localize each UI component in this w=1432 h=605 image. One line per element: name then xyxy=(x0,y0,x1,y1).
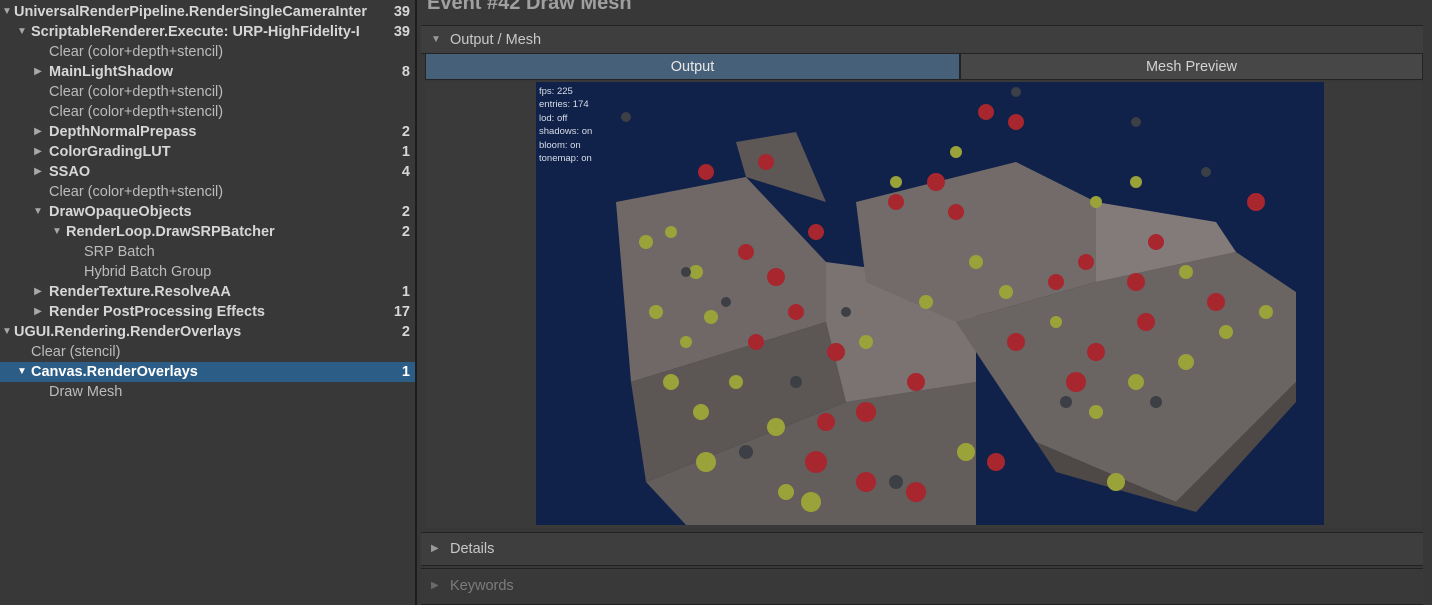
frame-event-tree[interactable]: ▼ UniversalRenderPipeline.RenderSingleCa… xyxy=(0,0,415,605)
draw-call-count: 1 xyxy=(401,144,410,160)
tree-row-depth-normal-prepass[interactable]: ▶ DepthNormalPrepass 2 xyxy=(0,122,415,142)
draw-call-count: 39 xyxy=(393,24,410,40)
collapsed-arrow-icon[interactable]: ▶ xyxy=(32,142,44,162)
tree-row-universal-render[interactable]: ▼ UniversalRenderPipeline.RenderSingleCa… xyxy=(0,2,415,22)
tree-row-draw-mesh[interactable]: Draw Mesh xyxy=(0,382,415,402)
expanded-arrow-icon[interactable]: ▼ xyxy=(16,22,28,42)
stat-entries: entries: 174 xyxy=(539,99,589,111)
event-detail-panel: Event #42 Draw Mesh ▼ Output / Mesh Outp… xyxy=(417,0,1432,605)
expanded-arrow-icon[interactable]: ▼ xyxy=(1,2,13,22)
tab-mesh-preview[interactable]: Mesh Preview xyxy=(960,53,1423,80)
tree-row-label: MainLightShadow xyxy=(49,64,174,80)
tree-row-label: RenderTexture.ResolveAA xyxy=(49,284,231,300)
draw-call-count: 1 xyxy=(401,364,410,380)
output-mesh-foldout[interactable]: ▼ Output / Mesh xyxy=(421,25,1423,54)
draw-call-count: 1 xyxy=(401,284,410,300)
tree-row-label: Clear (stencil) xyxy=(31,344,121,360)
foldout-label: Details xyxy=(450,541,495,557)
tree-row-label: UGUI.Rendering.RenderOverlays xyxy=(14,324,242,340)
tree-row-label: Clear (color+depth+stencil) xyxy=(49,84,224,100)
draw-call-count: 17 xyxy=(393,304,410,320)
draw-call-count: 39 xyxy=(393,4,410,20)
foldout-label: Output / Mesh xyxy=(450,32,542,48)
tree-row-label: Render PostProcessing Effects xyxy=(49,304,265,320)
tree-row-main-light-shadow[interactable]: ▶ MainLightShadow 8 xyxy=(0,62,415,82)
tree-row-label: ColorGradingLUT xyxy=(49,144,171,160)
stat-lod: lod: off xyxy=(539,112,568,124)
draw-call-count: 2 xyxy=(401,124,410,140)
tree-row-label: RenderLoop.DrawSRPBatcher xyxy=(66,224,275,240)
collapsed-arrow-icon[interactable]: ▶ xyxy=(32,122,44,142)
draw-call-count: 4 xyxy=(401,164,410,180)
collapsed-arrow-icon[interactable]: ▶ xyxy=(32,282,44,302)
expanded-arrow-icon[interactable]: ▼ xyxy=(431,34,441,45)
collapsed-arrow-icon[interactable]: ▶ xyxy=(32,302,44,322)
tree-row-label: ScriptableRenderer.Execute: URP-HighFide… xyxy=(31,24,360,40)
tree-row-label: Clear (color+depth+stencil) xyxy=(49,184,224,200)
expanded-arrow-icon[interactable]: ▼ xyxy=(1,322,13,342)
render-output-image[interactable]: fps: 225 entries: 174 lod: off shadows: … xyxy=(536,82,1324,525)
tree-row-label: Clear (color+depth+stencil) xyxy=(49,44,224,60)
tree-row-label: SSAO xyxy=(49,164,91,180)
tree-row-label: Hybrid Batch Group xyxy=(84,264,212,280)
draw-call-count: 8 xyxy=(401,64,410,80)
tree-row-clear[interactable]: Clear (color+depth+stencil) xyxy=(0,182,415,202)
tree-row-hybrid-batch-group[interactable]: Hybrid Batch Group xyxy=(0,262,415,282)
tree-row-color-grading-lut[interactable]: ▶ ColorGradingLUT 1 xyxy=(0,142,415,162)
tree-row-srp-batch[interactable]: SRP Batch xyxy=(0,242,415,262)
tree-row-clear[interactable]: Clear (color+depth+stencil) xyxy=(0,42,415,62)
tree-row-label: Canvas.RenderOverlays xyxy=(31,364,198,380)
draw-call-count: 2 xyxy=(401,204,410,220)
preview-area: fps: 225 entries: 174 lod: off shadows: … xyxy=(425,82,1422,528)
tree-row-clear[interactable]: Clear (color+depth+stencil) xyxy=(0,102,415,122)
tab-output[interactable]: Output xyxy=(425,53,960,80)
tree-row-ssao[interactable]: ▶ SSAO 4 xyxy=(0,162,415,182)
tree-row-clear[interactable]: Clear (color+depth+stencil) xyxy=(0,82,415,102)
tree-row-label: DrawOpaqueObjects xyxy=(49,204,192,220)
keywords-foldout[interactable]: ▶ Keywords xyxy=(421,568,1423,605)
tree-row-label: Draw Mesh xyxy=(49,384,123,400)
output-tab-bar: Output Mesh Preview xyxy=(425,53,1423,81)
render-output-scene xyxy=(536,82,1324,525)
tree-row-label: SRP Batch xyxy=(84,244,155,260)
tree-row-canvas-render-overlays[interactable]: ▼ Canvas.RenderOverlays 1 xyxy=(0,362,415,382)
tree-row-label: UniversalRenderPipeline.RenderSingleCame… xyxy=(14,4,367,20)
event-title: Event #42 Draw Mesh xyxy=(427,0,632,14)
tree-row-label: Clear (color+depth+stencil) xyxy=(49,104,224,120)
stat-shadows: shadows: on xyxy=(539,126,593,138)
collapsed-arrow-icon[interactable]: ▶ xyxy=(431,580,439,591)
tree-row-scriptable-renderer[interactable]: ▼ ScriptableRenderer.Execute: URP-HighFi… xyxy=(0,22,415,42)
tree-row-label: DepthNormalPrepass xyxy=(49,124,197,140)
draw-call-count: 2 xyxy=(401,324,410,340)
expanded-arrow-icon[interactable]: ▼ xyxy=(32,202,44,222)
expanded-arrow-icon[interactable]: ▼ xyxy=(51,222,63,242)
details-foldout[interactable]: ▶ Details xyxy=(421,532,1423,566)
render-stats-overlay: fps: 225 entries: 174 lod: off shadows: … xyxy=(539,85,592,165)
draw-call-count: 2 xyxy=(401,224,410,240)
tree-row-draw-opaque-objects[interactable]: ▼ DrawOpaqueObjects 2 xyxy=(0,202,415,222)
stat-tonemap: tonemap: on xyxy=(539,153,592,165)
stat-bloom: bloom: on xyxy=(539,139,581,151)
collapsed-arrow-icon[interactable]: ▶ xyxy=(32,162,44,182)
tree-row-draw-srp-batcher[interactable]: ▼ RenderLoop.DrawSRPBatcher 2 xyxy=(0,222,415,242)
tree-row-resolve-aa[interactable]: ▶ RenderTexture.ResolveAA 1 xyxy=(0,282,415,302)
tree-row-clear-stencil[interactable]: Clear (stencil) xyxy=(0,342,415,362)
collapsed-arrow-icon[interactable]: ▶ xyxy=(32,62,44,82)
collapsed-arrow-icon[interactable]: ▶ xyxy=(431,543,439,554)
expanded-arrow-icon[interactable]: ▼ xyxy=(16,362,28,382)
tree-row-post-processing[interactable]: ▶ Render PostProcessing Effects 17 xyxy=(0,302,415,322)
stat-fps: fps: 225 xyxy=(539,86,573,97)
tree-row-ugui-render-overlays[interactable]: ▼ UGUI.Rendering.RenderOverlays 2 xyxy=(0,322,415,342)
foldout-label: Keywords xyxy=(450,578,514,594)
